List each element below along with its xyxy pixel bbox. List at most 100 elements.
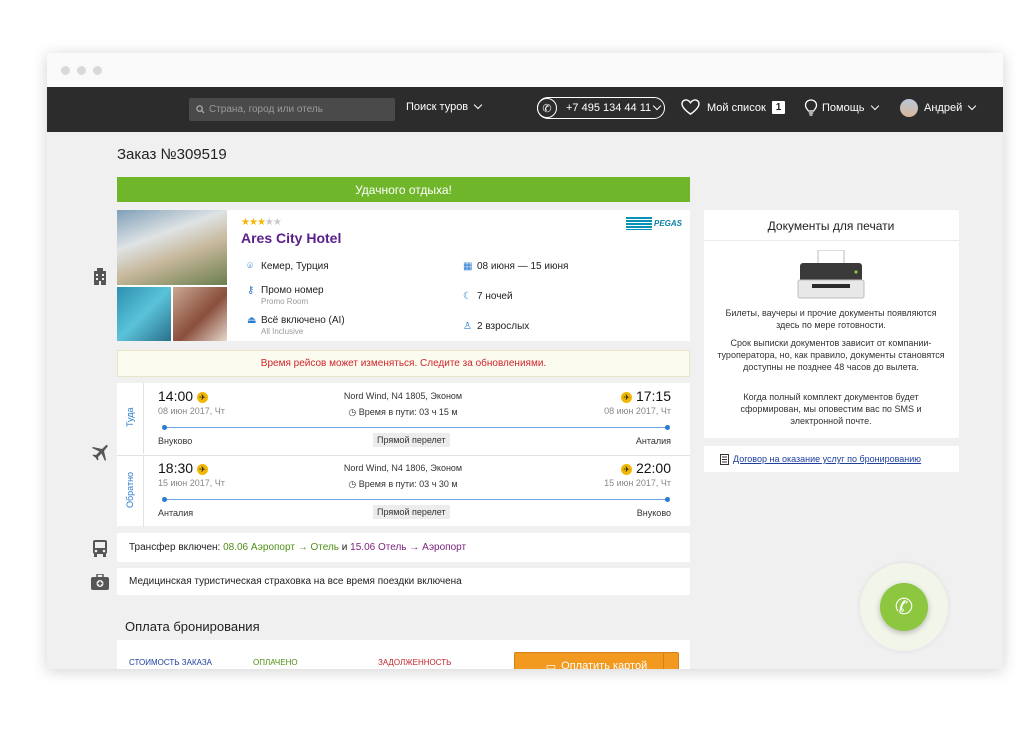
- help-bulb-icon: [804, 99, 818, 116]
- wishlist-button[interactable]: Мой список 1: [681, 99, 786, 116]
- user-name: Андрей: [924, 102, 963, 114]
- departure-date: 08 июн 2017, Чт: [158, 406, 225, 416]
- arrival-plane-icon: ✈: [621, 463, 633, 475]
- main-content: Заказ №309519 Удачного отдыха! ★★★★★ Are…: [47, 132, 1003, 669]
- payment-title: Оплата бронирования: [125, 619, 260, 634]
- arrival-time: ✈ 17:15: [621, 388, 671, 404]
- top-navbar: Поиск туров ✆ +7 495 134 44 11 Мой списо…: [47, 87, 1003, 132]
- transfer-return-from: 15.06 Отель: [350, 542, 407, 553]
- transfer-outbound: 08.06 Аэропорт → Отель: [223, 542, 339, 553]
- flight-leg-return: Обратно 18:30 ✈ 15 июн 2017, Чт Nord Win…: [117, 455, 690, 527]
- insurance-text: Медицинская туристическая страховка на в…: [129, 576, 462, 587]
- pay-button-label: Оплатить картой: [561, 660, 648, 669]
- insurance-card: Медицинская туристическая страховка на в…: [117, 568, 690, 595]
- contract-link[interactable]: Договор на оказание услуг по бронировани…: [733, 454, 921, 464]
- arrival-date: 15 июн 2017, Чт: [604, 478, 671, 488]
- hotel-photo-room[interactable]: [173, 287, 227, 341]
- location-pin-icon: ⌾: [247, 261, 253, 272]
- phone-button[interactable]: ✆ +7 495 134 44 11: [537, 97, 665, 119]
- star-filled-icon: ★: [241, 217, 250, 228]
- flight-route-line: [162, 497, 670, 502]
- departure-plane-icon: ✈: [196, 463, 208, 475]
- transfer-outbound-arrow: →: [297, 542, 308, 553]
- departure-time: 14:00 ✈: [158, 388, 208, 404]
- page-title: Заказ №309519: [117, 146, 227, 163]
- direct-flight-badge: Прямой перелет: [373, 433, 450, 447]
- hotel-photos[interactable]: [117, 210, 227, 341]
- arrival-time: ✈ 22:00: [621, 460, 671, 476]
- hotel-photo-main[interactable]: [117, 210, 227, 285]
- divider: [704, 240, 959, 241]
- card-icon: ▭: [545, 660, 557, 670]
- avatar: [900, 99, 918, 117]
- pay-button-divider: [663, 653, 664, 669]
- star-empty-icon: ★: [264, 217, 274, 228]
- clock-icon: ◷: [348, 479, 357, 489]
- user-menu[interactable]: Андрей: [900, 99, 977, 117]
- building-icon: [93, 268, 107, 289]
- meal-icon: ⏏: [247, 315, 257, 326]
- wishlist-label: Мой список: [707, 101, 766, 114]
- room-type: ⚷ Промо номер Promo Room: [247, 285, 324, 306]
- direct-flight-badge: Прямой перелет: [373, 505, 450, 519]
- help-label: Помощь: [822, 102, 865, 114]
- window-dot: [93, 66, 102, 75]
- hotel-photo-pool[interactable]: [117, 287, 171, 341]
- search-input[interactable]: [209, 104, 389, 115]
- arrival-airport: Внуково: [636, 508, 671, 518]
- paid-label: ОПЛАЧЕНО: [253, 658, 298, 667]
- contract-row: Договор на оказание услуг по бронировани…: [704, 446, 959, 472]
- transfer-return-arrow: →: [409, 542, 420, 553]
- board-subtext: All Inclusive: [261, 327, 304, 336]
- flight-info: Nord Wind, N4 1805, Эконом: [343, 391, 463, 401]
- key-icon: ⚷: [247, 285, 255, 296]
- flight-duration-text: Время в пути: 03 ч 15 м: [358, 407, 458, 417]
- call-button[interactable]: ✆: [880, 583, 928, 631]
- wishlist-count-badge: 1: [771, 101, 786, 114]
- search-box[interactable]: [189, 98, 395, 121]
- departure-airport: Внуково: [158, 436, 193, 446]
- departure-airport: Анталия: [158, 508, 194, 518]
- operator-logo: PEGAS: [626, 216, 688, 231]
- document-icon: [720, 453, 729, 465]
- payment-card: СТОИМОСТЬ ЗАКАЗА ОПЛАЧЕНО ЗАДОЛЖЕННОСТЬ …: [117, 640, 690, 669]
- window-chrome: [47, 53, 1003, 87]
- transfer-prefix: Трансфер включен:: [129, 542, 221, 553]
- departure-time: 18:30 ✈: [158, 460, 208, 476]
- departure-time-value: 18:30: [158, 460, 194, 476]
- medkit-icon: [91, 573, 109, 594]
- dates-text: 08 июня — 15 июня: [477, 261, 569, 272]
- bus-icon: [92, 540, 108, 561]
- plane-icon: [91, 444, 109, 466]
- arrival-plane-icon: ✈: [621, 391, 633, 403]
- hotel-name[interactable]: Ares City Hotel: [241, 230, 341, 246]
- tours-search-label: Поиск туров: [406, 101, 469, 113]
- documents-title: Документы для печати: [767, 219, 895, 233]
- help-menu[interactable]: Помощь: [804, 99, 879, 117]
- flight-leg-outbound: Туда 14:00 ✈ 08 июн 2017, Чт Nord Wind, …: [117, 383, 690, 454]
- window-dot: [61, 66, 70, 75]
- phone-number: +7 495 134 44 11: [566, 102, 652, 114]
- browser-window: Поиск туров ✆ +7 495 134 44 11 Мой списо…: [47, 53, 1003, 669]
- search-icon: [196, 105, 205, 114]
- room-subtext: Promo Room: [261, 297, 309, 306]
- tours-search-menu[interactable]: Поиск туров: [406, 100, 483, 113]
- trip-dates: ▦ 08 июня — 15 июня: [463, 261, 568, 272]
- leg-direction: Туда: [117, 383, 144, 454]
- heart-icon: [681, 99, 700, 115]
- arrival-time-value: 22:00: [635, 460, 671, 476]
- transfer-outbound-from: 08.06 Аэропорт: [223, 542, 295, 553]
- pay-by-card-button[interactable]: ▭ Оплатить картой: [514, 652, 679, 669]
- flight-time-notice: Время рейсов может изменяться. Следите з…: [117, 350, 690, 377]
- arrival-airport: Анталия: [635, 436, 671, 446]
- documents-panel: Документы для печати Билеты, ваучеры и п…: [704, 210, 959, 438]
- clock-icon: ◷: [348, 407, 357, 417]
- transfer-return: 15.06 Отель → Аэропорт: [350, 542, 466, 553]
- nights-text: 7 ночей: [477, 291, 513, 302]
- documents-text-2: Срок выписки документов зависит от компа…: [717, 338, 945, 372]
- printer-icon: [797, 250, 865, 299]
- board-text: Всё включено (AI): [261, 315, 345, 326]
- moon-icon: ☾: [463, 291, 472, 302]
- star-empty-icon: ★: [272, 217, 282, 228]
- transfer-and: и: [341, 542, 348, 553]
